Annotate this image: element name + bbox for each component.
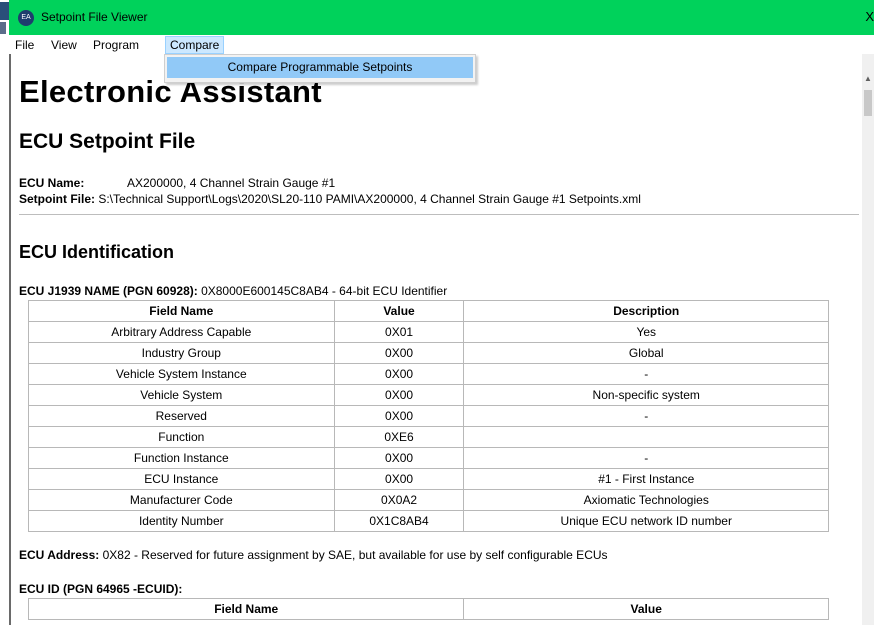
app-window: EA Setpoint File Viewer X File View Prog… <box>9 0 874 625</box>
table-row: Reserved 0X00- <box>28 405 829 427</box>
table-cell: 0X00 <box>333 384 465 406</box>
table-row: Manufacturer Code 0X0A2 Axiomatic Technolo… <box>28 489 829 511</box>
table-cell: #1 - First Instance <box>463 468 829 490</box>
document-view[interactable]: Electronic Assistant ECU Setpoint File E… <box>9 54 864 625</box>
column-header: Value <box>333 300 465 322</box>
table-cell: Industry Group <box>28 342 335 364</box>
app-logo-icon: EA <box>18 10 34 26</box>
table-cell: 0X00 <box>333 363 465 385</box>
ecu-address-value: 0X82 - Reserved for future assignment by… <box>102 548 608 562</box>
table-cell <box>463 426 829 448</box>
title-bar: EA Setpoint File Viewer X <box>9 0 874 35</box>
desktop-icon <box>0 2 9 20</box>
ecu-address-label: ECU Address: <box>19 548 100 562</box>
table-header-row: Field Name Value Description <box>28 300 829 322</box>
ecu-id-line: ECU ID (PGN 64965 -ECUID): <box>19 582 182 596</box>
vertical-scrollbar[interactable]: ▲ <box>862 54 874 625</box>
table-row: Vehicle System Instance 0X00- <box>28 363 829 385</box>
table-row: Function 0XE6 <box>28 426 829 448</box>
j1939-name-line: ECU J1939 NAME (PGN 60928): 0X8000E60014… <box>19 284 447 298</box>
table-cell: - <box>463 363 829 385</box>
table-cell: Arbitrary Address Capable <box>28 321 335 343</box>
table-cell: Unique ECU network ID number <box>463 510 829 532</box>
scroll-thumb[interactable] <box>864 90 872 116</box>
table-cell: Vehicle System Instance <box>28 363 335 385</box>
desktop-icon <box>0 22 6 34</box>
compare-programmable-setpoints-item[interactable]: Compare Programmable Setpoints <box>167 57 473 78</box>
setpoint-file-label: Setpoint File: <box>19 192 95 206</box>
table-row: Industry Group 0X00 Global <box>28 342 829 364</box>
table-row: Arbitrary Address Capable 0X01 Yes <box>28 321 829 343</box>
table-cell: Reserved <box>28 405 335 427</box>
table-cell: 0XE6 <box>333 426 465 448</box>
setpoint-file-line: Setpoint File: S:\Technical Support\Logs… <box>19 192 641 206</box>
ecu-name-label: ECU Name: <box>19 176 85 190</box>
section-title: ECU Identification <box>19 242 175 262</box>
j1939-name-value: 0X8000E600145C8AB4 - 64-bit ECU Identifi… <box>201 284 448 298</box>
table-cell: 0X00 <box>333 342 465 364</box>
menu-program[interactable]: Program <box>89 37 143 53</box>
menu-compare[interactable]: Compare <box>165 36 225 54</box>
column-header: Field Name <box>28 300 335 322</box>
scroll-up-arrow-icon[interactable]: ▲ <box>864 74 872 83</box>
column-header: Description <box>463 300 829 322</box>
ecu-address-line: ECU Address: 0X82 - Reserved for future … <box>19 548 608 562</box>
table-cell: 0X0A2 <box>333 489 465 511</box>
table-header-row: Field Name Value <box>27 598 829 620</box>
j1939-name-label: ECU J1939 NAME (PGN 60928): <box>19 284 198 298</box>
table-cell: Function Instance <box>28 447 335 469</box>
ecu-name-line: ECU Name: AX200000, 4 Channel Strain Gaug… <box>19 176 335 190</box>
table-cell: 0X1C8AB4 <box>333 510 465 532</box>
ecu-id-label: ECU ID (PGN 64965 -ECUID): <box>19 582 183 596</box>
table-cell: 0X00 <box>333 405 465 427</box>
table-cell: Vehicle System <box>28 384 335 406</box>
menu-view[interactable]: View <box>47 37 81 53</box>
divider <box>19 214 859 215</box>
table-row: Function Instance 0X00- <box>28 447 829 469</box>
table-cell: - <box>463 447 829 469</box>
table-cell: 0X00 <box>333 447 465 469</box>
table-cell: Axiomatic Technologies <box>463 489 829 511</box>
table-cell: Global <box>463 342 829 364</box>
menu-bar: File View Program Compare <box>9 35 874 54</box>
page-subtitle: ECU Setpoint File <box>19 130 196 153</box>
table-cell: Identity Number <box>28 510 335 532</box>
table-cell: Non-specific system <box>463 384 829 406</box>
table-cell: Yes <box>463 321 829 343</box>
table-cell: Function <box>28 426 335 448</box>
table-cell: 0X01 <box>333 321 465 343</box>
table-row: Identity Number 0X1C8AB4 Unique ECU networ… <box>28 510 829 532</box>
ecu-name-value: AX200000, 4 Channel Strain Gauge #1 <box>127 176 336 190</box>
table-cell: Manufacturer Code <box>28 489 335 511</box>
close-button[interactable]: X <box>860 9 874 24</box>
table-row: Vehicle System 0X00 Non-specific system <box>28 384 829 406</box>
compare-menu-dropdown: Compare Programmable Setpoints <box>164 54 476 83</box>
name-table: Field Name Value Description Arbitrary A… <box>28 300 829 532</box>
table-cell: - <box>463 405 829 427</box>
menu-file[interactable]: File <box>11 37 38 53</box>
column-header: Field Name <box>27 598 465 620</box>
column-header: Value <box>463 598 829 620</box>
ecu-id-table: Field Name Value <box>27 598 829 620</box>
table-cell: 0X00 <box>333 468 465 490</box>
setpoint-file-value: S:\Technical Support\Logs\2020\SL20-110 … <box>98 192 641 206</box>
window-title: Setpoint File Viewer <box>41 10 148 24</box>
desktop-edge <box>0 0 9 625</box>
table-row: ECU Instance 0X00 #1 - First Instance <box>28 468 829 490</box>
table-cell: ECU Instance <box>28 468 335 490</box>
